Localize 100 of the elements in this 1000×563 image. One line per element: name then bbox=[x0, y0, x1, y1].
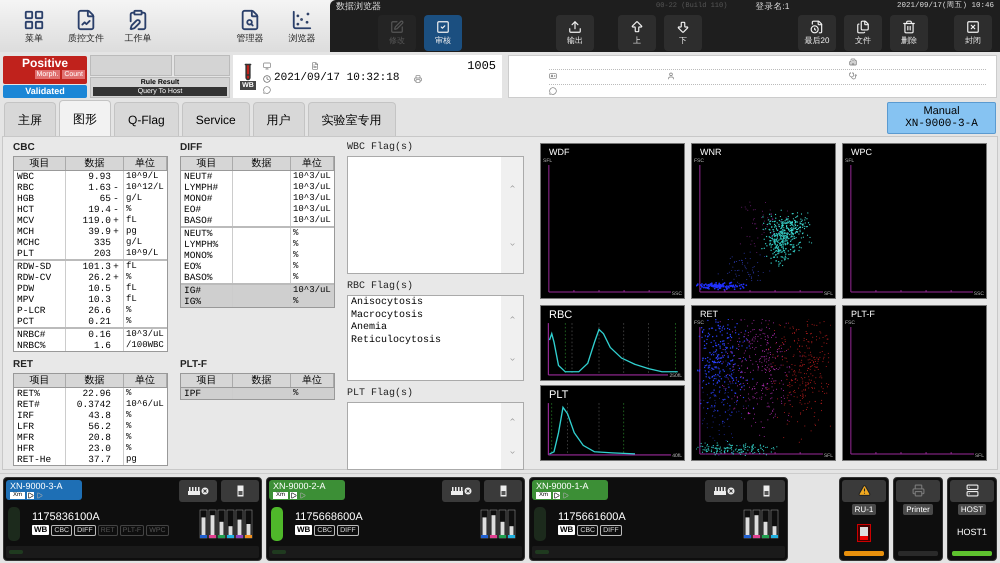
table-cell-text: % bbox=[292, 388, 300, 399]
table-cell-text: % bbox=[125, 432, 132, 443]
table-cell-text: fL bbox=[125, 215, 138, 226]
table-title: RET bbox=[13, 360, 34, 370]
table-cell-text: g/L bbox=[125, 193, 144, 204]
table-cell: 65 bbox=[100, 193, 111, 204]
table-cell: BASO# bbox=[181, 215, 233, 226]
rack-button[interactable] bbox=[442, 480, 480, 502]
table-cell: BASO% bbox=[181, 272, 233, 283]
sample-tube-icon bbox=[236, 484, 244, 496]
toolbar-button[interactable]: 封闭 bbox=[954, 14, 992, 50]
sample-number: 1175836100A bbox=[32, 512, 101, 522]
rack-button[interactable] bbox=[705, 480, 743, 502]
flag-item: Anisocytosis bbox=[351, 297, 424, 310]
toolbar-button[interactable]: 质控文件 bbox=[60, 2, 112, 50]
table-cell: 37.7 bbox=[88, 454, 111, 465]
toolbar-button[interactable]: 输出 bbox=[556, 14, 594, 50]
table-cell: 56.2 bbox=[88, 421, 111, 432]
unit-card[interactable]: RU-1 bbox=[839, 476, 889, 560]
tab[interactable]: Service bbox=[182, 102, 250, 136]
sample-number: 1175668600A bbox=[295, 512, 363, 522]
graph-title: WNR bbox=[699, 146, 722, 157]
reagent-bars-icon bbox=[480, 508, 516, 538]
table-cell-text: 10^6/uL bbox=[125, 399, 165, 410]
toolbar-button[interactable]: 文件 bbox=[844, 14, 882, 50]
toolbar-button[interactable]: 菜单 bbox=[8, 2, 60, 50]
tab[interactable]: 用户 bbox=[252, 102, 305, 136]
table-cell: 0.3742 bbox=[76, 399, 111, 410]
column-header: 项目 bbox=[14, 374, 66, 387]
table-cell-text: % bbox=[125, 421, 132, 432]
table-cell: 23.0 bbox=[88, 443, 111, 454]
unit-label: HOST bbox=[958, 504, 986, 514]
tube-button[interactable] bbox=[747, 480, 785, 502]
flag-title: PLT Flag(s) bbox=[347, 389, 414, 399]
result-label: Positive bbox=[22, 56, 68, 70]
tube-button[interactable] bbox=[484, 480, 522, 502]
table-cell: 119.0 bbox=[82, 215, 111, 226]
table-cell-text: fL bbox=[125, 294, 138, 305]
unit-card[interactable]: HOST HOST1 bbox=[947, 476, 997, 560]
toolbar-button[interactable]: 下 bbox=[664, 14, 702, 50]
table-cell: IG% bbox=[181, 296, 233, 307]
toolbar-button[interactable]: 工作单 bbox=[112, 2, 164, 50]
table-cell-text: % bbox=[292, 272, 300, 283]
mode-button[interactable]: Manual XN-9000-3-A bbox=[887, 102, 996, 134]
unit-button[interactable] bbox=[950, 480, 994, 502]
toolbar-button[interactable]: 审核 bbox=[424, 14, 462, 50]
table-cell: 0.21 bbox=[88, 316, 111, 327]
table-cell: 43.8 bbox=[88, 410, 111, 421]
table-cell: PLT bbox=[14, 248, 66, 259]
table-cell-text: 10^3/uL bbox=[292, 193, 332, 204]
column-header: 单位 bbox=[124, 374, 167, 387]
flag-item: Anemia bbox=[351, 322, 388, 334]
rack-button[interactable] bbox=[179, 480, 217, 502]
unit-button[interactable] bbox=[842, 480, 886, 502]
analyzer-name: XN-9000-3-A bbox=[10, 480, 64, 492]
table-cell-text: pg bbox=[125, 454, 138, 465]
column-header: 数据 bbox=[233, 374, 291, 387]
table-cell-text: pg bbox=[125, 226, 138, 237]
tab[interactable]: Q-Flag bbox=[114, 102, 179, 136]
tube-button[interactable] bbox=[221, 480, 259, 502]
table-cell-text: 10^9/L bbox=[125, 171, 160, 182]
unit-card[interactable]: Printer bbox=[893, 476, 943, 560]
table-cell: NRBC% bbox=[14, 340, 66, 351]
graph-title: PLT-F bbox=[850, 308, 876, 319]
table-cell: 0.16 bbox=[88, 329, 111, 340]
table-cell: IPF bbox=[181, 388, 233, 399]
tab[interactable]: 图形 bbox=[59, 100, 111, 136]
table-cell-text: % bbox=[292, 250, 300, 261]
table-cell: 1.6 bbox=[94, 340, 111, 351]
sample-number: 1005 bbox=[467, 60, 496, 72]
toolbar-button[interactable]: 上 bbox=[618, 14, 656, 50]
table-cell-text: % bbox=[125, 272, 132, 283]
clipboard-icon bbox=[127, 9, 149, 31]
column-header: 数据 bbox=[233, 157, 291, 170]
chart-file-icon bbox=[75, 9, 97, 31]
graph-title: PLT bbox=[548, 388, 570, 401]
flag-mark: + bbox=[113, 226, 119, 237]
comment-icon bbox=[549, 87, 557, 96]
toolbar-button[interactable]: 管理器 bbox=[224, 2, 276, 50]
table-cell: 20.8 bbox=[88, 432, 111, 443]
tab[interactable]: 实验室专用 bbox=[308, 102, 396, 136]
stethoscope-icon bbox=[849, 72, 857, 80]
toolbar-button[interactable]: 浏览器 bbox=[276, 2, 328, 50]
table-cell: 26.6 bbox=[88, 305, 111, 316]
table-cell-text: 10^12/L bbox=[125, 182, 165, 193]
tab[interactable]: 主屏 bbox=[4, 102, 56, 136]
column-header: 单位 bbox=[124, 157, 167, 170]
table-cell: 22.96 bbox=[82, 388, 111, 399]
column-header: 项目 bbox=[181, 374, 233, 387]
document-icon bbox=[311, 62, 319, 70]
table-cell: 335 bbox=[94, 237, 111, 248]
column-header: 数据 bbox=[66, 374, 124, 387]
toolbar-button[interactable]: 最后20 bbox=[798, 14, 836, 50]
table-cell-text: 10^3/uL bbox=[292, 171, 332, 182]
column-header: 单位 bbox=[291, 374, 334, 387]
column-header: 项目 bbox=[14, 157, 66, 170]
table-cell: 101.3 bbox=[82, 261, 111, 272]
comment-icon bbox=[263, 86, 271, 94]
table-cell-text: % bbox=[125, 443, 132, 454]
toolbar-button[interactable]: 删除 bbox=[890, 14, 928, 50]
